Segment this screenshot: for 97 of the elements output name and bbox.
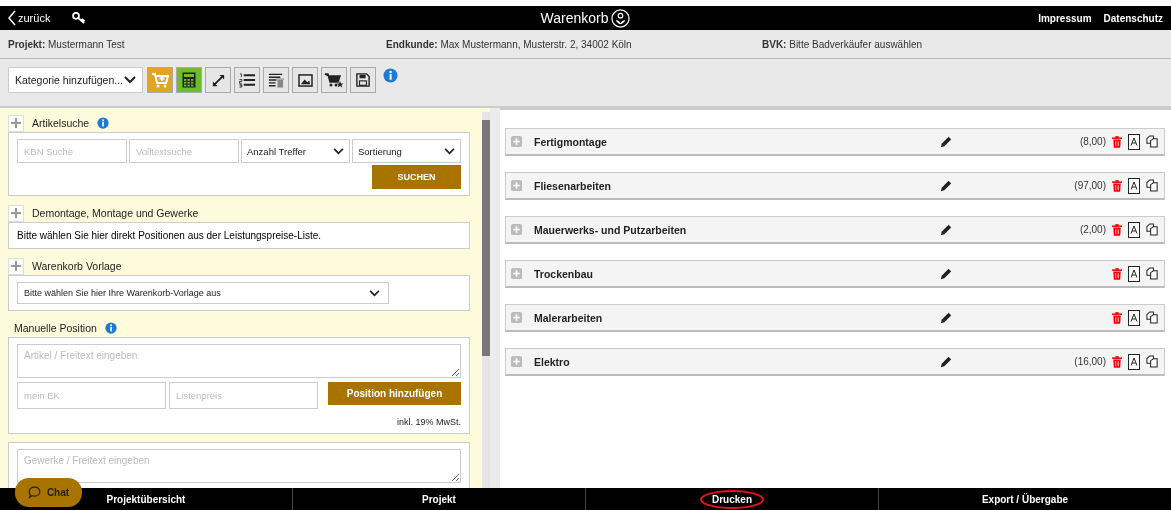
key-icon[interactable] <box>72 12 87 24</box>
calculator-button[interactable] <box>176 67 202 93</box>
add-position-button[interactable]: Position hinzufügen <box>328 382 461 405</box>
logo-icon <box>611 8 631 28</box>
dropdown[interactable]: Anzahl Treffer <box>241 139 350 163</box>
expand-button[interactable] <box>205 67 231 93</box>
category-row[interactable]: Elektro (16,00) <box>505 348 1165 376</box>
header-link[interactable]: Impressum <box>1038 12 1092 24</box>
edit-icon[interactable] <box>940 135 952 148</box>
category-row[interactable]: Fertigmontage (8,00) <box>505 128 1165 156</box>
copy-icon[interactable] <box>1146 179 1159 192</box>
nav-tab[interactable]: Projektübersicht <box>94 490 198 509</box>
copy-icon[interactable] <box>1146 267 1159 280</box>
text-icon[interactable] <box>1128 309 1140 326</box>
section-title: Warenkorb Vorlage <box>32 260 122 272</box>
info-icon[interactable] <box>104 322 117 334</box>
page-title: Warenkorb <box>540 10 609 26</box>
save-icon <box>356 73 370 87</box>
text-icon[interactable] <box>1128 265 1140 282</box>
category-row[interactable]: Malerarbeiten <box>505 304 1165 332</box>
back-link[interactable]: zurück <box>8 10 51 26</box>
category-select[interactable]: Kategorie hinzufügen... <box>8 67 143 93</box>
caret-icon <box>333 147 344 155</box>
info-icon[interactable] <box>97 117 110 129</box>
numbered-list-icon <box>238 72 256 88</box>
vat-note: inkl. 19% MwSt. <box>396 417 461 427</box>
section-title: Manuelle Position <box>14 322 97 334</box>
list-trash-icon <box>267 72 285 88</box>
cart-star-button[interactable] <box>321 67 347 93</box>
edit-icon[interactable] <box>940 311 952 324</box>
section-text: Bitte wählen Sie hier direkt Positionen aus der Leistungspreise-Liste. <box>17 230 322 241</box>
edit-icon[interactable] <box>940 355 952 368</box>
category-amount: (16,00) <box>1074 356 1106 367</box>
nav-tab[interactable]: Drucken <box>700 490 764 509</box>
section-title: Artikelsuche <box>32 117 90 129</box>
info-text: Endkunde: Max Mustermann, Musterstr. 2, 34002 Köln <box>386 38 633 50</box>
search-field[interactable]: Volltextsuche <box>129 139 239 163</box>
text-icon[interactable] <box>1128 133 1140 150</box>
text-icon[interactable] <box>1128 353 1140 370</box>
back-chevron-icon <box>8 10 16 26</box>
image-button[interactable] <box>292 67 318 93</box>
numbered-list-button[interactable] <box>234 67 260 93</box>
copy-icon[interactable] <box>1146 355 1159 368</box>
edit-icon[interactable] <box>940 223 952 236</box>
chat-bubble-icon <box>27 486 41 499</box>
article-text-field[interactable]: Artikel / Freitext eingeben <box>17 344 461 378</box>
price-field[interactable]: mein EK <box>17 382 166 409</box>
copy-icon[interactable] <box>1146 223 1159 236</box>
cart-star-icon <box>324 72 344 88</box>
edit-icon[interactable] <box>940 267 952 280</box>
price-field[interactable]: Listenpreis <box>169 382 318 409</box>
category-row[interactable]: Mauerwerks- und Putzarbeiten (2,00) <box>505 216 1165 244</box>
cart-plus-icon <box>151 72 169 88</box>
save-button[interactable] <box>350 67 376 93</box>
chat-button[interactable]: Chat <box>15 478 82 507</box>
expand-icon <box>210 72 226 88</box>
info-icon[interactable] <box>383 68 398 83</box>
info-text: Projekt: Mustermann Test <box>8 38 126 50</box>
calculator-icon <box>182 72 196 88</box>
search-field[interactable]: KBN Suche <box>17 139 127 163</box>
image-icon <box>297 73 313 87</box>
edit-icon[interactable] <box>940 179 952 192</box>
category-name: Mauerwerks- und Putzarbeiten <box>534 223 688 236</box>
scrollbar-thumb[interactable] <box>482 120 490 356</box>
trade-text-field[interactable]: Gewerke / Freitext eingeben <box>17 449 461 483</box>
category-amount: (2,00) <box>1079 224 1106 235</box>
text-icon[interactable] <box>1128 177 1140 194</box>
category-amount: (8,00) <box>1079 136 1106 147</box>
category-row[interactable]: Trockenbau <box>505 260 1165 288</box>
nav-tab[interactable]: Projekt <box>410 490 468 509</box>
delete-icon[interactable] <box>1112 223 1122 236</box>
category-row[interactable]: Fliesenarbeiten (97,00) <box>505 172 1165 200</box>
header-link[interactable]: Datenschutz <box>1103 12 1163 24</box>
copy-icon[interactable] <box>1146 135 1159 148</box>
category-amount: (97,00) <box>1074 180 1106 191</box>
search-button[interactable]: SUCHEN <box>372 165 461 189</box>
section-title: Demontage, Montage und Gewerke <box>32 207 199 219</box>
info-text: BVK: Bitte Badverkäufer auswählen <box>762 38 923 50</box>
caret-icon <box>369 289 380 297</box>
template-dropdown[interactable]: Bitte wählen Sie hier Ihre Warenkorb-Vorlage aus <box>17 282 389 304</box>
category-name: Malerarbeiten <box>534 311 604 324</box>
list-trash-button[interactable] <box>263 67 289 93</box>
caret-icon <box>124 76 136 84</box>
delete-icon[interactable] <box>1112 267 1122 280</box>
category-name: Elektro <box>534 355 571 368</box>
delete-icon[interactable] <box>1112 355 1122 368</box>
nav-tab[interactable]: Export / Übergabe <box>969 490 1081 509</box>
dropdown[interactable]: Sortierung <box>352 139 461 163</box>
text-icon[interactable] <box>1128 221 1140 238</box>
category-name: Trockenbau <box>534 267 594 280</box>
delete-icon[interactable] <box>1112 311 1122 324</box>
category-name: Fertigmontage <box>534 135 608 148</box>
category-name: Fliesenarbeiten <box>534 179 613 192</box>
delete-icon[interactable] <box>1112 179 1122 192</box>
caret-icon <box>444 147 455 155</box>
delete-icon[interactable] <box>1112 135 1122 148</box>
copy-icon[interactable] <box>1146 311 1159 324</box>
